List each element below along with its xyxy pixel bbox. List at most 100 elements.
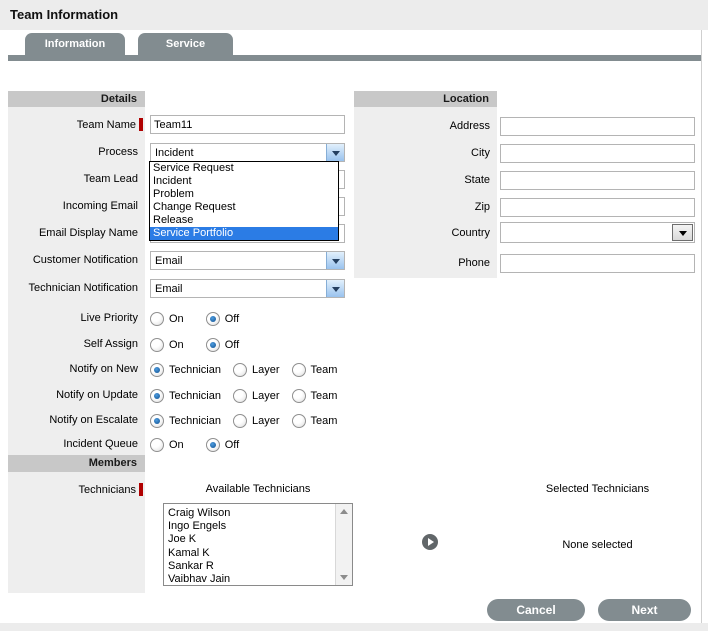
technician-list-item[interactable]: Craig Wilson xyxy=(164,507,352,520)
customer-notification-select-value: Email xyxy=(155,252,183,270)
radio-icon[interactable] xyxy=(233,414,247,428)
process-dropdown-menu: Service Request Incident Problem Change … xyxy=(149,161,339,241)
radio-icon[interactable] xyxy=(292,389,306,403)
radio-icon[interactable] xyxy=(233,389,247,403)
country-select[interactable] xyxy=(500,222,695,243)
radio-option-label: On xyxy=(169,339,184,351)
scroll-down-icon[interactable] xyxy=(340,575,348,580)
selected-technicians-empty-text: None selected xyxy=(497,539,698,551)
team-information-page: { "window": { "title": "Team Information… xyxy=(0,0,708,631)
radio-option-label: Off xyxy=(225,439,239,451)
notify-on-update-option-team[interactable]: Team xyxy=(292,389,338,403)
address-input[interactable] xyxy=(500,117,695,136)
notify-on-escalate-option-team[interactable]: Team xyxy=(292,414,338,428)
notify-on-update-option-layer[interactable]: Layer xyxy=(233,389,280,403)
required-marker xyxy=(139,483,143,496)
menu-item-change-request[interactable]: Change Request xyxy=(150,201,338,214)
chevron-down-icon xyxy=(332,151,340,156)
scroll-up-icon[interactable] xyxy=(340,509,348,514)
notify-on-new-label: Notify on New xyxy=(8,363,145,375)
technician-list-item[interactable]: Ingo Engels xyxy=(164,520,352,533)
notify-on-new-option-technician[interactable]: Technician xyxy=(150,363,221,377)
move-right-button[interactable] xyxy=(422,534,438,550)
radio-selected-icon[interactable] xyxy=(150,363,164,377)
technician-list-item[interactable]: Joe K xyxy=(164,533,352,546)
available-technicians-listbox[interactable]: Craig Wilson Ingo Engels Joe K Kamal K S… xyxy=(163,503,353,586)
technician-notification-select-arrow-button[interactable] xyxy=(326,280,344,297)
radio-selected-icon[interactable] xyxy=(150,389,164,403)
notify-on-new-option-team[interactable]: Team xyxy=(292,363,338,377)
country-label: Country xyxy=(354,227,497,239)
process-select-value: Incident xyxy=(155,144,194,162)
self-assign-option-off[interactable]: Off xyxy=(206,338,239,352)
window-title-bar: Team Information xyxy=(0,0,708,30)
customer-notification-select[interactable]: Email xyxy=(150,251,345,270)
radio-icon[interactable] xyxy=(150,338,164,352)
available-technicians-title: Available Technicians xyxy=(163,483,353,495)
radio-icon[interactable] xyxy=(150,438,164,452)
notify-on-update-option-technician[interactable]: Technician xyxy=(150,389,221,403)
zip-input[interactable] xyxy=(500,198,695,217)
state-input[interactable] xyxy=(500,171,695,190)
radio-selected-icon[interactable] xyxy=(206,338,220,352)
radio-selected-icon[interactable] xyxy=(206,438,220,452)
radio-option-label: On xyxy=(169,439,184,451)
phone-input[interactable] xyxy=(500,254,695,273)
menu-item-service-portfolio[interactable]: Service Portfolio xyxy=(150,227,338,240)
team-name-input[interactable] xyxy=(150,115,345,134)
incident-queue-option-on[interactable]: On xyxy=(150,438,184,452)
listbox-scrollbar[interactable] xyxy=(335,504,352,585)
notify-on-escalate-label: Notify on Escalate xyxy=(8,414,145,426)
menu-item-problem[interactable]: Problem xyxy=(150,188,338,201)
zip-label: Zip xyxy=(354,201,497,213)
cancel-button[interactable]: Cancel xyxy=(487,599,585,621)
process-select-arrow-button[interactable] xyxy=(326,144,344,161)
address-label: Address xyxy=(354,120,497,132)
technician-list-item[interactable]: Sankar R xyxy=(164,560,352,573)
notify-on-update-label: Notify on Update xyxy=(8,389,145,401)
arrow-right-icon xyxy=(428,538,434,546)
incident-queue-radio-group: On Off xyxy=(150,437,239,452)
customer-notification-label: Customer Notification xyxy=(8,254,145,266)
country-select-arrow-button[interactable] xyxy=(672,224,693,241)
radio-icon[interactable] xyxy=(292,363,306,377)
state-label: State xyxy=(354,174,497,186)
radio-selected-icon[interactable] xyxy=(150,414,164,428)
menu-item-release[interactable]: Release xyxy=(150,214,338,227)
technician-notification-select-value: Email xyxy=(155,280,183,298)
location-section-header: Location xyxy=(354,91,497,107)
notify-on-new-radio-group: Technician Layer Team xyxy=(150,362,349,377)
radio-option-label: Layer xyxy=(252,364,280,376)
radio-icon[interactable] xyxy=(150,312,164,326)
content-right-border xyxy=(701,30,702,623)
menu-item-incident[interactable]: Incident xyxy=(150,175,338,188)
live-priority-option-off[interactable]: Off xyxy=(206,312,239,326)
notify-on-escalate-option-technician[interactable]: Technician xyxy=(150,414,221,428)
radio-icon[interactable] xyxy=(233,363,247,377)
radio-icon[interactable] xyxy=(292,414,306,428)
chevron-down-icon xyxy=(332,259,340,264)
technician-list-item[interactable]: Kamal K xyxy=(164,547,352,560)
radio-selected-icon[interactable] xyxy=(206,312,220,326)
notify-on-new-option-layer[interactable]: Layer xyxy=(233,363,280,377)
incident-queue-option-off[interactable]: Off xyxy=(206,438,239,452)
email-display-name-label: Email Display Name xyxy=(8,227,145,239)
process-select[interactable]: Incident xyxy=(150,143,345,162)
technician-notification-select[interactable]: Email xyxy=(150,279,345,298)
live-priority-radio-group: On Off xyxy=(150,311,239,326)
tab-underline-bar xyxy=(8,55,702,61)
tab-service[interactable]: Service xyxy=(138,33,233,55)
city-input[interactable] xyxy=(500,144,695,163)
customer-notification-select-arrow-button[interactable] xyxy=(326,252,344,269)
notify-on-escalate-option-layer[interactable]: Layer xyxy=(233,414,280,428)
incoming-email-label: Incoming Email xyxy=(8,200,145,212)
menu-item-service-request[interactable]: Service Request xyxy=(150,162,338,175)
self-assign-radio-group: On Off xyxy=(150,337,239,352)
technician-list-item[interactable]: Vaibhav Jain xyxy=(164,573,352,586)
selected-technicians-title: Selected Technicians xyxy=(497,483,698,495)
self-assign-option-on[interactable]: On xyxy=(150,338,184,352)
next-button[interactable]: Next xyxy=(598,599,691,621)
tab-information[interactable]: Information xyxy=(25,33,125,55)
live-priority-option-on[interactable]: On xyxy=(150,312,184,326)
radio-option-label: Technician xyxy=(169,364,221,376)
